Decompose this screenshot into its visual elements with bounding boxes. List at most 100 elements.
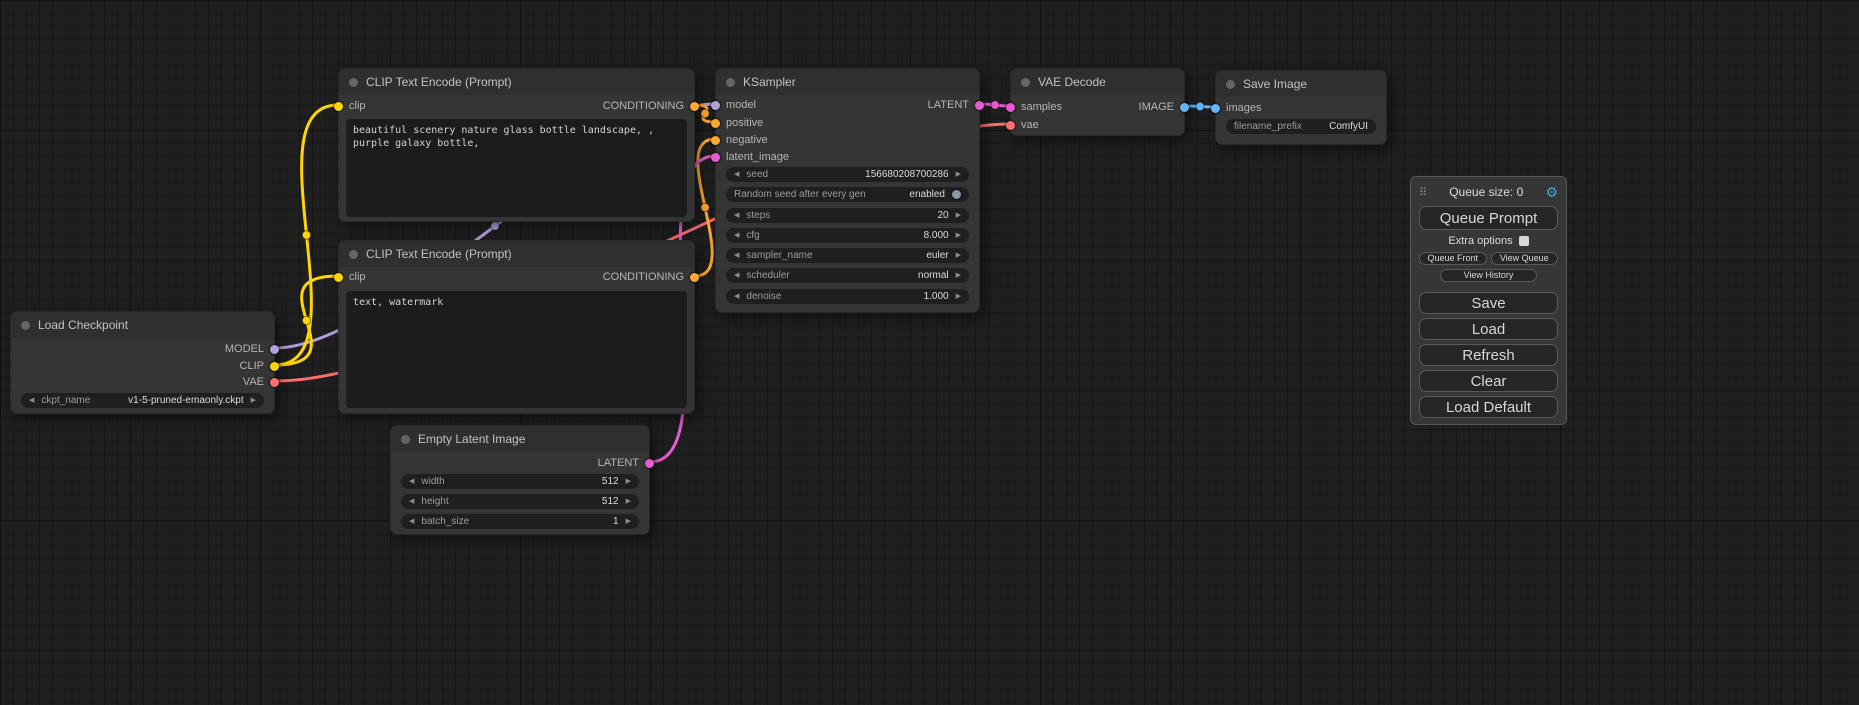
output-slot-image[interactable]: IMAGE: [1139, 99, 1174, 115]
toggle-knob[interactable]: [952, 190, 961, 199]
slot-dot-model[interactable]: [711, 101, 720, 110]
node-vae-decode[interactable]: VAE Decode samples IMAGE vae: [1010, 68, 1185, 136]
slot-dot-conditioning[interactable]: [711, 136, 720, 145]
input-slot-model[interactable]: model: [726, 97, 756, 113]
output-slot-latent[interactable]: LATENT: [598, 455, 639, 471]
clear-button[interactable]: Clear: [1419, 370, 1558, 392]
queue-menu-panel[interactable]: ⠿ Queue size: 0 ⚙ Queue Prompt Extra opt…: [1410, 176, 1567, 425]
input-slot-samples[interactable]: samples: [1021, 99, 1062, 115]
slot-dot-image[interactable]: [1211, 104, 1220, 113]
slot-dot-image[interactable]: [1180, 103, 1189, 112]
queue-front-button[interactable]: Queue Front: [1419, 252, 1487, 265]
collapse-dot[interactable]: [349, 78, 358, 87]
slot-dot-latent[interactable]: [1006, 103, 1015, 112]
collapse-dot[interactable]: [21, 321, 30, 330]
increment-arrow-icon[interactable]: ▶: [956, 208, 961, 223]
input-slot-images[interactable]: images: [1226, 100, 1261, 116]
input-slot-vae[interactable]: vae: [1021, 117, 1039, 133]
widget-seed[interactable]: ◀ seed 156680208700286 ▶: [726, 167, 969, 182]
increment-arrow-icon[interactable]: ▶: [956, 289, 961, 304]
next-arrow-icon[interactable]: ▶: [251, 393, 256, 408]
widget-width[interactable]: ◀ width 512 ▶: [401, 474, 639, 489]
view-queue-button[interactable]: View Queue: [1491, 252, 1559, 265]
widget-batch-size[interactable]: ◀ batch_size 1 ▶: [401, 514, 639, 529]
decrement-arrow-icon[interactable]: ◀: [409, 474, 414, 489]
node-title-bar[interactable]: Save Image: [1216, 71, 1386, 97]
extra-options-checkbox[interactable]: [1519, 236, 1529, 246]
node-load-checkpoint[interactable]: Load Checkpoint MODEL CLIP VAE ◀ ckpt_na…: [10, 311, 275, 414]
node-clip-text-encode-positive[interactable]: CLIP Text Encode (Prompt) clip CONDITION…: [338, 68, 695, 222]
widget-steps[interactable]: ◀ steps 20 ▶: [726, 208, 969, 223]
widget-height[interactable]: ◀ height 512 ▶: [401, 494, 639, 509]
graph-canvas[interactable]: Load Checkpoint MODEL CLIP VAE ◀ ckpt_na…: [0, 0, 1859, 705]
decrement-arrow-icon[interactable]: ◀: [734, 228, 739, 243]
slot-dot-conditioning[interactable]: [690, 273, 699, 282]
node-title-bar[interactable]: Load Checkpoint: [11, 312, 274, 338]
input-slot-positive[interactable]: positive: [726, 115, 763, 131]
node-save-image[interactable]: Save Image images filename_prefix ComfyU…: [1215, 70, 1387, 145]
slot-dot-latent[interactable]: [975, 101, 984, 110]
node-ksampler[interactable]: KSampler model LATENT positive negative …: [715, 68, 980, 313]
increment-arrow-icon[interactable]: ▶: [626, 514, 631, 529]
decrement-arrow-icon[interactable]: ◀: [409, 494, 414, 509]
input-slot-negative[interactable]: negative: [726, 132, 768, 148]
increment-arrow-icon[interactable]: ▶: [956, 167, 961, 182]
node-title-bar[interactable]: VAE Decode: [1011, 69, 1184, 95]
widget-scheduler[interactable]: ◀ scheduler normal ▶: [726, 268, 969, 283]
node-title-bar[interactable]: Empty Latent Image: [391, 426, 649, 452]
input-slot-clip[interactable]: clip: [349, 269, 366, 285]
node-title-bar[interactable]: KSampler: [716, 69, 979, 95]
collapse-dot[interactable]: [1226, 80, 1235, 89]
widget-filename-prefix[interactable]: filename_prefix ComfyUI: [1226, 119, 1376, 134]
slot-dot-model[interactable]: [270, 345, 279, 354]
queue-prompt-button[interactable]: Queue Prompt: [1419, 206, 1558, 230]
node-title-bar[interactable]: CLIP Text Encode (Prompt): [339, 241, 694, 267]
prev-arrow-icon[interactable]: ◀: [734, 248, 739, 263]
slot-dot-clip[interactable]: [334, 273, 343, 282]
output-slot-conditioning[interactable]: CONDITIONING: [603, 269, 684, 285]
increment-arrow-icon[interactable]: ▶: [626, 474, 631, 489]
widget-denoise[interactable]: ◀ denoise 1.000 ▶: [726, 289, 969, 304]
collapse-dot[interactable]: [349, 250, 358, 259]
widget-cfg[interactable]: ◀ cfg 8.000 ▶: [726, 228, 969, 243]
load-default-button[interactable]: Load Default: [1419, 396, 1558, 418]
node-empty-latent-image[interactable]: Empty Latent Image LATENT ◀ width 512 ▶ …: [390, 425, 650, 535]
view-history-button[interactable]: View History: [1440, 269, 1537, 282]
collapse-dot[interactable]: [401, 435, 410, 444]
output-slot-conditioning[interactable]: CONDITIONING: [603, 98, 684, 114]
slot-dot-vae[interactable]: [270, 378, 279, 387]
node-title-bar[interactable]: CLIP Text Encode (Prompt): [339, 69, 694, 95]
input-slot-clip[interactable]: clip: [349, 98, 366, 114]
decrement-arrow-icon[interactable]: ◀: [409, 514, 414, 529]
output-slot-vae[interactable]: VAE: [243, 374, 264, 390]
widget-ckpt-name[interactable]: ◀ ckpt_name v1-5-pruned-emaonly.ckpt ▶: [21, 393, 264, 408]
output-slot-clip[interactable]: CLIP: [240, 358, 264, 374]
slot-dot-conditioning[interactable]: [690, 102, 699, 111]
slot-dot-latent[interactable]: [645, 459, 654, 468]
widget-random-seed-toggle[interactable]: Random seed after every gen enabled: [726, 187, 969, 202]
decrement-arrow-icon[interactable]: ◀: [734, 167, 739, 182]
widget-sampler-name[interactable]: ◀ sampler_name euler ▶: [726, 248, 969, 263]
save-button[interactable]: Save: [1419, 292, 1558, 314]
collapse-dot[interactable]: [726, 78, 735, 87]
prompt-textarea[interactable]: beautiful scenery nature glass bottle la…: [346, 119, 687, 217]
drag-handle-icon[interactable]: ⠿: [1419, 186, 1427, 199]
slot-dot-clip[interactable]: [270, 362, 279, 371]
prev-arrow-icon[interactable]: ◀: [29, 393, 34, 408]
load-button[interactable]: Load: [1419, 318, 1558, 340]
output-slot-model[interactable]: MODEL: [225, 341, 264, 357]
increment-arrow-icon[interactable]: ▶: [626, 494, 631, 509]
settings-gear-icon[interactable]: ⚙: [1545, 185, 1558, 199]
slot-dot-latent[interactable]: [711, 153, 720, 162]
decrement-arrow-icon[interactable]: ◀: [734, 208, 739, 223]
decrement-arrow-icon[interactable]: ◀: [734, 289, 739, 304]
next-arrow-icon[interactable]: ▶: [956, 248, 961, 263]
input-slot-latent-image[interactable]: latent_image: [726, 149, 789, 165]
slot-dot-conditioning[interactable]: [711, 119, 720, 128]
slot-dot-vae[interactable]: [1006, 121, 1015, 130]
node-clip-text-encode-negative[interactable]: CLIP Text Encode (Prompt) clip CONDITION…: [338, 240, 695, 414]
next-arrow-icon[interactable]: ▶: [956, 268, 961, 283]
prev-arrow-icon[interactable]: ◀: [734, 268, 739, 283]
prompt-textarea[interactable]: text, watermark: [346, 291, 687, 408]
increment-arrow-icon[interactable]: ▶: [956, 228, 961, 243]
